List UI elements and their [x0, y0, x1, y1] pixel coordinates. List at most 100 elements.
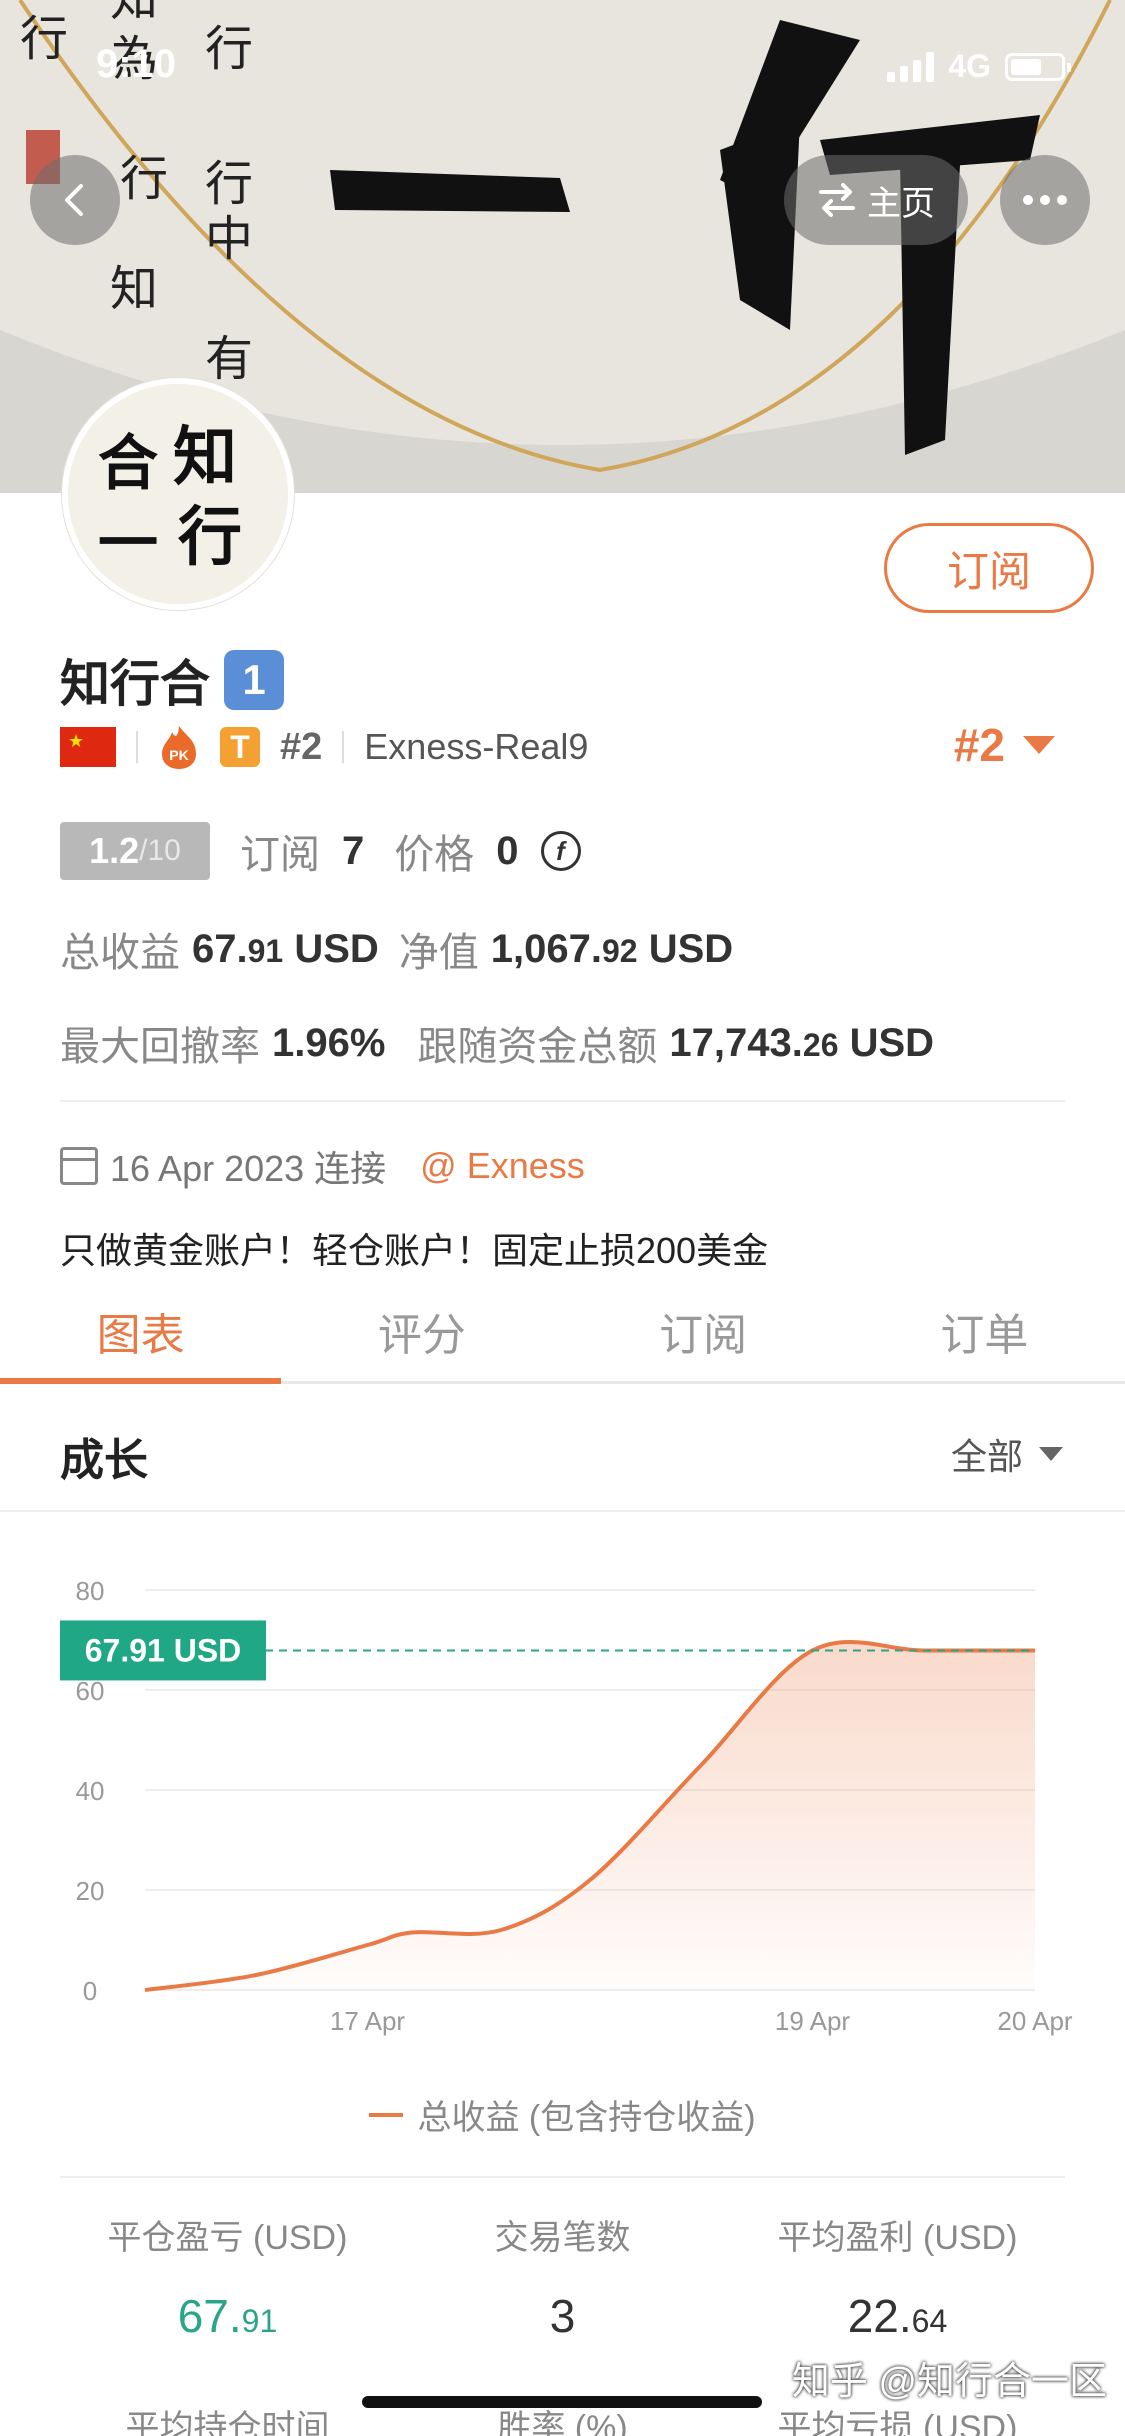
rank-text: #2 [280, 725, 323, 768]
svg-text:行: 行 [205, 156, 253, 212]
chart-legend: 总收益 (包含持仓收益) [0, 2090, 1125, 2139]
growth-chart-svg: 0 20 40 60 80 17 Apr 19 Apr 20 Apr 67.91 USD [60, 1576, 1073, 2036]
swap-icon [819, 183, 855, 217]
y-tick-label: 20 [76, 1876, 105, 1906]
svg-text:PK: PK [169, 747, 188, 763]
caret-down-icon [1039, 1447, 1063, 1461]
level-badge: T [220, 727, 260, 767]
more-button[interactable] [1000, 155, 1090, 245]
caret-down-icon [1023, 736, 1055, 754]
stat-avg-loss: 平均亏损 (USD) [730, 2400, 1065, 2436]
stat-label: 平均持仓时间 [125, 2409, 330, 2436]
profile-name: 知行合 1 [60, 644, 284, 716]
y-tick-label: 80 [76, 1576, 105, 1606]
home-label: 主页 [867, 184, 935, 223]
badge-row: ★ PK T #2 Exness-Real9 [60, 722, 588, 772]
stats-row: 平仓盈亏 (USD) 67.91 交易笔数 3 平均盈利 (USD) 22.64 [60, 2210, 1065, 2343]
drawdown-value: 1.96% [272, 1020, 386, 1065]
svg-text:知: 知 [110, 0, 158, 27]
growth-header: 成长 全部 [0, 1384, 1125, 1512]
signal-icon [887, 51, 935, 82]
stat-trade-count: 交易笔数 3 [395, 2210, 730, 2343]
stat-label: 平仓盈亏 (USD) [107, 2219, 348, 2257]
stat-label: 交易笔数 [494, 2219, 631, 2257]
calendar-icon [60, 1147, 98, 1185]
svg-text:一: 一 [98, 509, 158, 579]
back-button[interactable] [30, 155, 120, 245]
tab-chart[interactable]: 图表 [0, 1280, 282, 1384]
tab-subscribe[interactable]: 订阅 [563, 1280, 844, 1381]
profit-row: 总收益 67.91 USD 净值 1,067.92 USD [60, 920, 733, 978]
divider [60, 1100, 1065, 1102]
legend-swatch [369, 2112, 404, 2117]
score-value: 1.2 [89, 830, 140, 871]
drawdown-label: 最大回撤率 [60, 1025, 260, 1069]
account-name: Exness-Real9 [364, 726, 589, 767]
profile-description: 只做黄金账户！轻仓账户！固定止损200美金 [60, 1230, 769, 1271]
svg-text:有: 有 [205, 331, 253, 387]
rank-dropdown[interactable]: #2 [954, 718, 1055, 772]
drawdown-row: 最大回撤率 1.96% 跟随资金总额 17,743.26 USD [60, 1014, 934, 1072]
following-label: 跟随资金总额 [417, 1025, 658, 1069]
stat-label: 平均盈利 (USD) [777, 2219, 1018, 2257]
more-dots-icon [1023, 195, 1067, 205]
tab-bar: 图表 评分 订阅 订单 [0, 1280, 1125, 1384]
svg-text:中: 中 [205, 211, 253, 267]
summary-row: 1.2/10 订阅 7 价格 0 f [60, 822, 581, 880]
x-tick-label: 17 Apr [330, 2006, 406, 2036]
x-tick-label: 20 Apr [997, 2006, 1073, 2036]
avatar[interactable]: 合 知 一 行 [62, 378, 294, 610]
divider [342, 731, 345, 763]
stat-value: 3 [549, 2290, 576, 2342]
price-value: 0 [496, 828, 519, 873]
total-profit-value: 67.91 USD [192, 926, 379, 971]
tab-orders[interactable]: 订单 [844, 1280, 1125, 1381]
score-max: /10 [139, 834, 181, 867]
price-label: 价格 [394, 833, 475, 877]
subscribers-label: 订阅 [240, 833, 320, 877]
y-tick-label: 60 [76, 1676, 105, 1706]
equity-label: 净值 [398, 931, 479, 975]
range-filter-label: 全部 [950, 1436, 1023, 1477]
rank-number-badge: 1 [224, 650, 284, 710]
range-filter-dropdown[interactable]: 全部 [951, 1428, 1063, 1480]
current-value-label: 67.91 USD [85, 1632, 242, 1668]
coin-icon: f [540, 831, 581, 871]
svg-text:行: 行 [178, 500, 242, 575]
stat-avg-hold-time: 平均持仓时间 [60, 2400, 395, 2436]
network-label: 4G [948, 48, 991, 84]
divider [60, 2176, 1065, 2178]
stat-avg-profit: 平均盈利 (USD) 22.64 [730, 2210, 1065, 2343]
svg-text:合: 合 [98, 429, 158, 499]
home-indicator[interactable] [362, 2396, 762, 2408]
stat-closed-pnl: 平仓盈亏 (USD) 67.91 [60, 2210, 395, 2343]
growth-chart: 0 20 40 60 80 17 Apr 19 Apr 20 Apr 67.91 USD [0, 1540, 1125, 2040]
y-tick-label: 0 [83, 1976, 97, 2006]
chevron-left-icon [65, 184, 83, 216]
broker-link[interactable]: @ Exness [420, 1145, 585, 1187]
score-badge: 1.2/10 [60, 822, 210, 880]
svg-text:知: 知 [173, 420, 237, 495]
subscribe-button[interactable]: 订阅 [884, 523, 1094, 613]
avatar-image: 合 知 一 行 [68, 384, 288, 604]
legend-label: 总收益 (包含持仓收益) [417, 2099, 756, 2137]
tab-rating[interactable]: 评分 [281, 1280, 562, 1381]
status-bar: 9:10 4G [0, 42, 1125, 92]
pk-fire-icon: PK [162, 726, 196, 769]
home-button[interactable]: 主页 [784, 155, 968, 245]
svg-text:知: 知 [110, 261, 158, 317]
section-title: 成长 [60, 1436, 148, 1485]
svg-text:行: 行 [120, 151, 168, 207]
connect-row: 16 Apr 2023 连接 @ Exness [60, 1140, 585, 1192]
stat-value: 67.91 [177, 2290, 278, 2342]
stat-value: 22.64 [847, 2290, 948, 2342]
area-fill [145, 1641, 1035, 1990]
equity-value: 1,067.92 USD [490, 926, 734, 971]
following-value: 17,743.26 USD [669, 1020, 935, 1065]
status-right: 4G [887, 48, 1071, 85]
y-tick-label: 40 [76, 1776, 105, 1806]
profile-name-text: 知行合 [60, 656, 210, 712]
divider [136, 731, 138, 763]
watermark: 知乎 @知行合一区 [791, 2361, 1107, 2403]
subscribers-count: 7 [342, 828, 365, 873]
